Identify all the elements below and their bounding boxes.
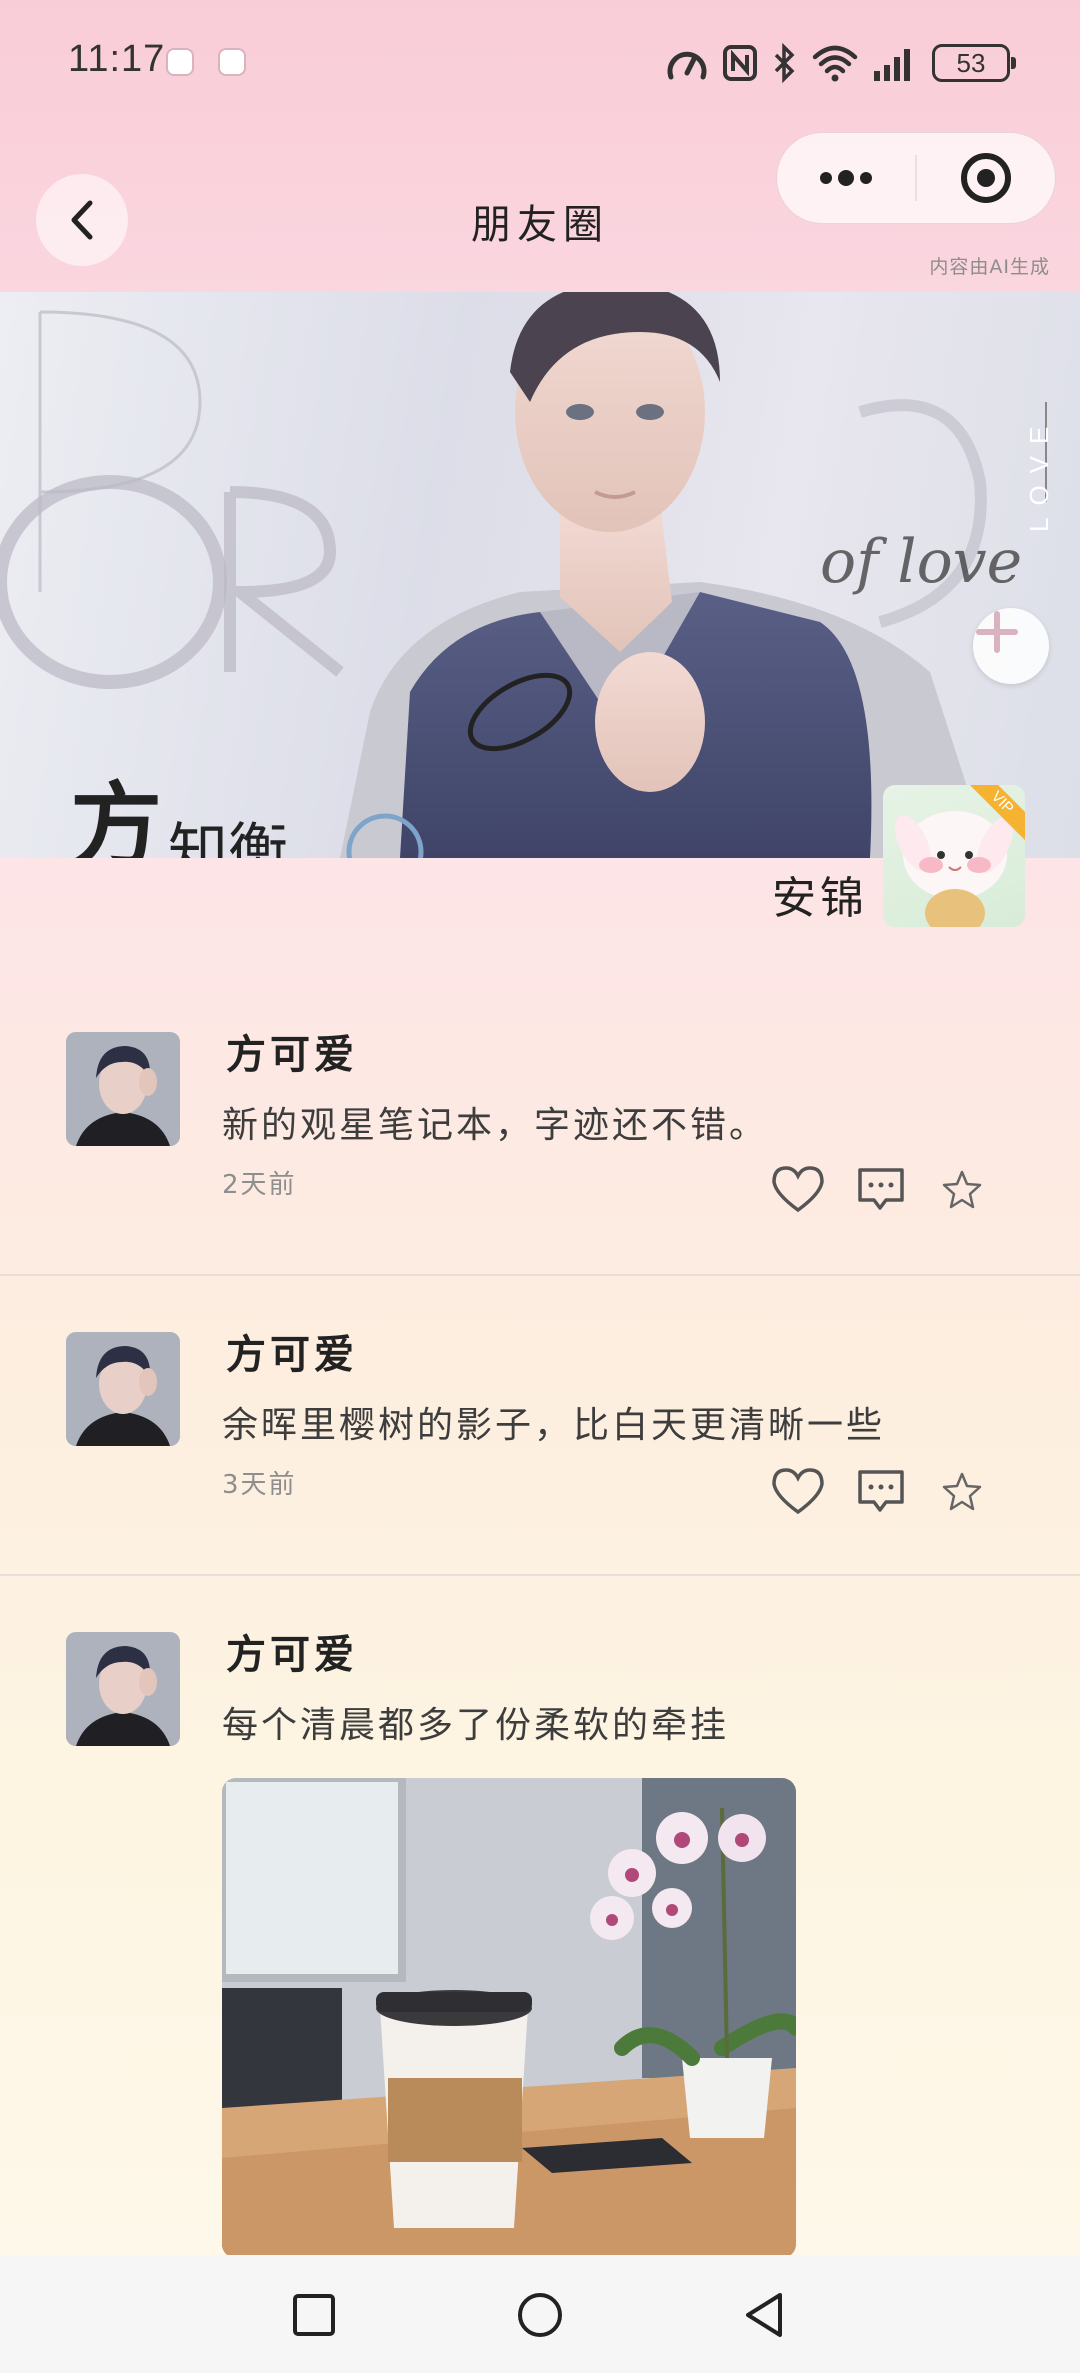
wifi-icon [812,45,858,82]
like-button[interactable] [770,1466,826,1516]
nfc-icon [723,45,757,81]
home-button[interactable] [500,2275,580,2355]
mini-program-capsule [776,132,1056,224]
ai-generated-notice: 内容由AI生成 [929,256,1050,278]
svg-text:LOVE: LOVE [1024,415,1054,532]
bluetooth-icon [774,43,795,83]
svg-text:知衡: 知衡 [168,817,288,858]
comment-icon [858,1470,904,1512]
status-time: 11:17 [68,38,166,80]
comment-button[interactable] [856,1466,906,1516]
comment-button[interactable] [856,1164,906,1214]
recents-button[interactable] [274,2275,354,2355]
favorite-button[interactable] [942,1169,982,1209]
notification-app-icon [218,48,246,76]
post-author-name: 方可爱 [226,1632,358,1678]
svg-text:of love: of love [820,527,1022,597]
post-divider [0,1574,1080,1576]
more-button[interactable] [777,133,915,223]
heart-icon [772,1468,824,1515]
close-button[interactable] [917,133,1055,223]
status-icons: 53 [666,38,1016,88]
owner-avatar[interactable]: VIP [883,785,1025,927]
speed-icon [667,51,707,80]
post-avatar[interactable] [66,1332,180,1446]
like-button[interactable] [770,1164,826,1214]
battery-icon: 53 [932,44,1016,82]
svg-text:方: 方 [70,773,162,858]
plus-icon [976,611,1018,653]
star-icon [942,1170,982,1209]
owner-name: 安锦 [772,873,868,924]
cover-illustration: of love LOVE 方 知衡 [0,292,1054,858]
more-dots-icon [820,170,872,186]
post-actions [770,1466,982,1516]
post-text: 新的观星笔记本，字迹还不错。 [222,1105,769,1146]
status-bar: 11:17 53 [0,0,1080,125]
post-time: 3天前 [222,1470,297,1500]
avatar-illustration [66,1032,180,1146]
post-actions [770,1164,982,1214]
back-triangle-icon [746,2293,782,2337]
post-text: 余晖里樱树的影子，比白天更清晰一些 [222,1405,886,1446]
post-divider [0,1274,1080,1276]
star-icon [942,1472,982,1511]
avatar-illustration [66,1332,180,1446]
post-author-name: 方可爱 [226,1332,358,1378]
cover-image[interactable]: of love LOVE 方 知衡 [0,292,1080,858]
recents-square-icon [293,2294,335,2336]
post-avatar[interactable] [66,1632,180,1746]
vip-badge: VIP [965,785,1025,845]
post-text: 每个清晨都多了份柔软的牵挂 [222,1705,730,1746]
post-author-name: 方可爱 [226,1032,358,1078]
comment-icon [858,1168,904,1210]
add-post-button[interactable] [973,608,1049,684]
signal-icon [874,49,910,81]
target-icon [961,153,1011,203]
back-nav-button[interactable] [724,2275,804,2355]
post-avatar[interactable] [66,1032,180,1146]
avatar-illustration [66,1632,180,1746]
favorite-button[interactable] [942,1471,982,1511]
home-circle-icon [518,2293,562,2337]
heart-icon [772,1166,824,1213]
post-image[interactable] [222,1778,796,2258]
system-navigation-bar [0,2255,1080,2373]
post-time: 2天前 [222,1170,297,1200]
coffee-orchid-photo [222,1778,796,2258]
notification-app-icon [166,48,194,76]
